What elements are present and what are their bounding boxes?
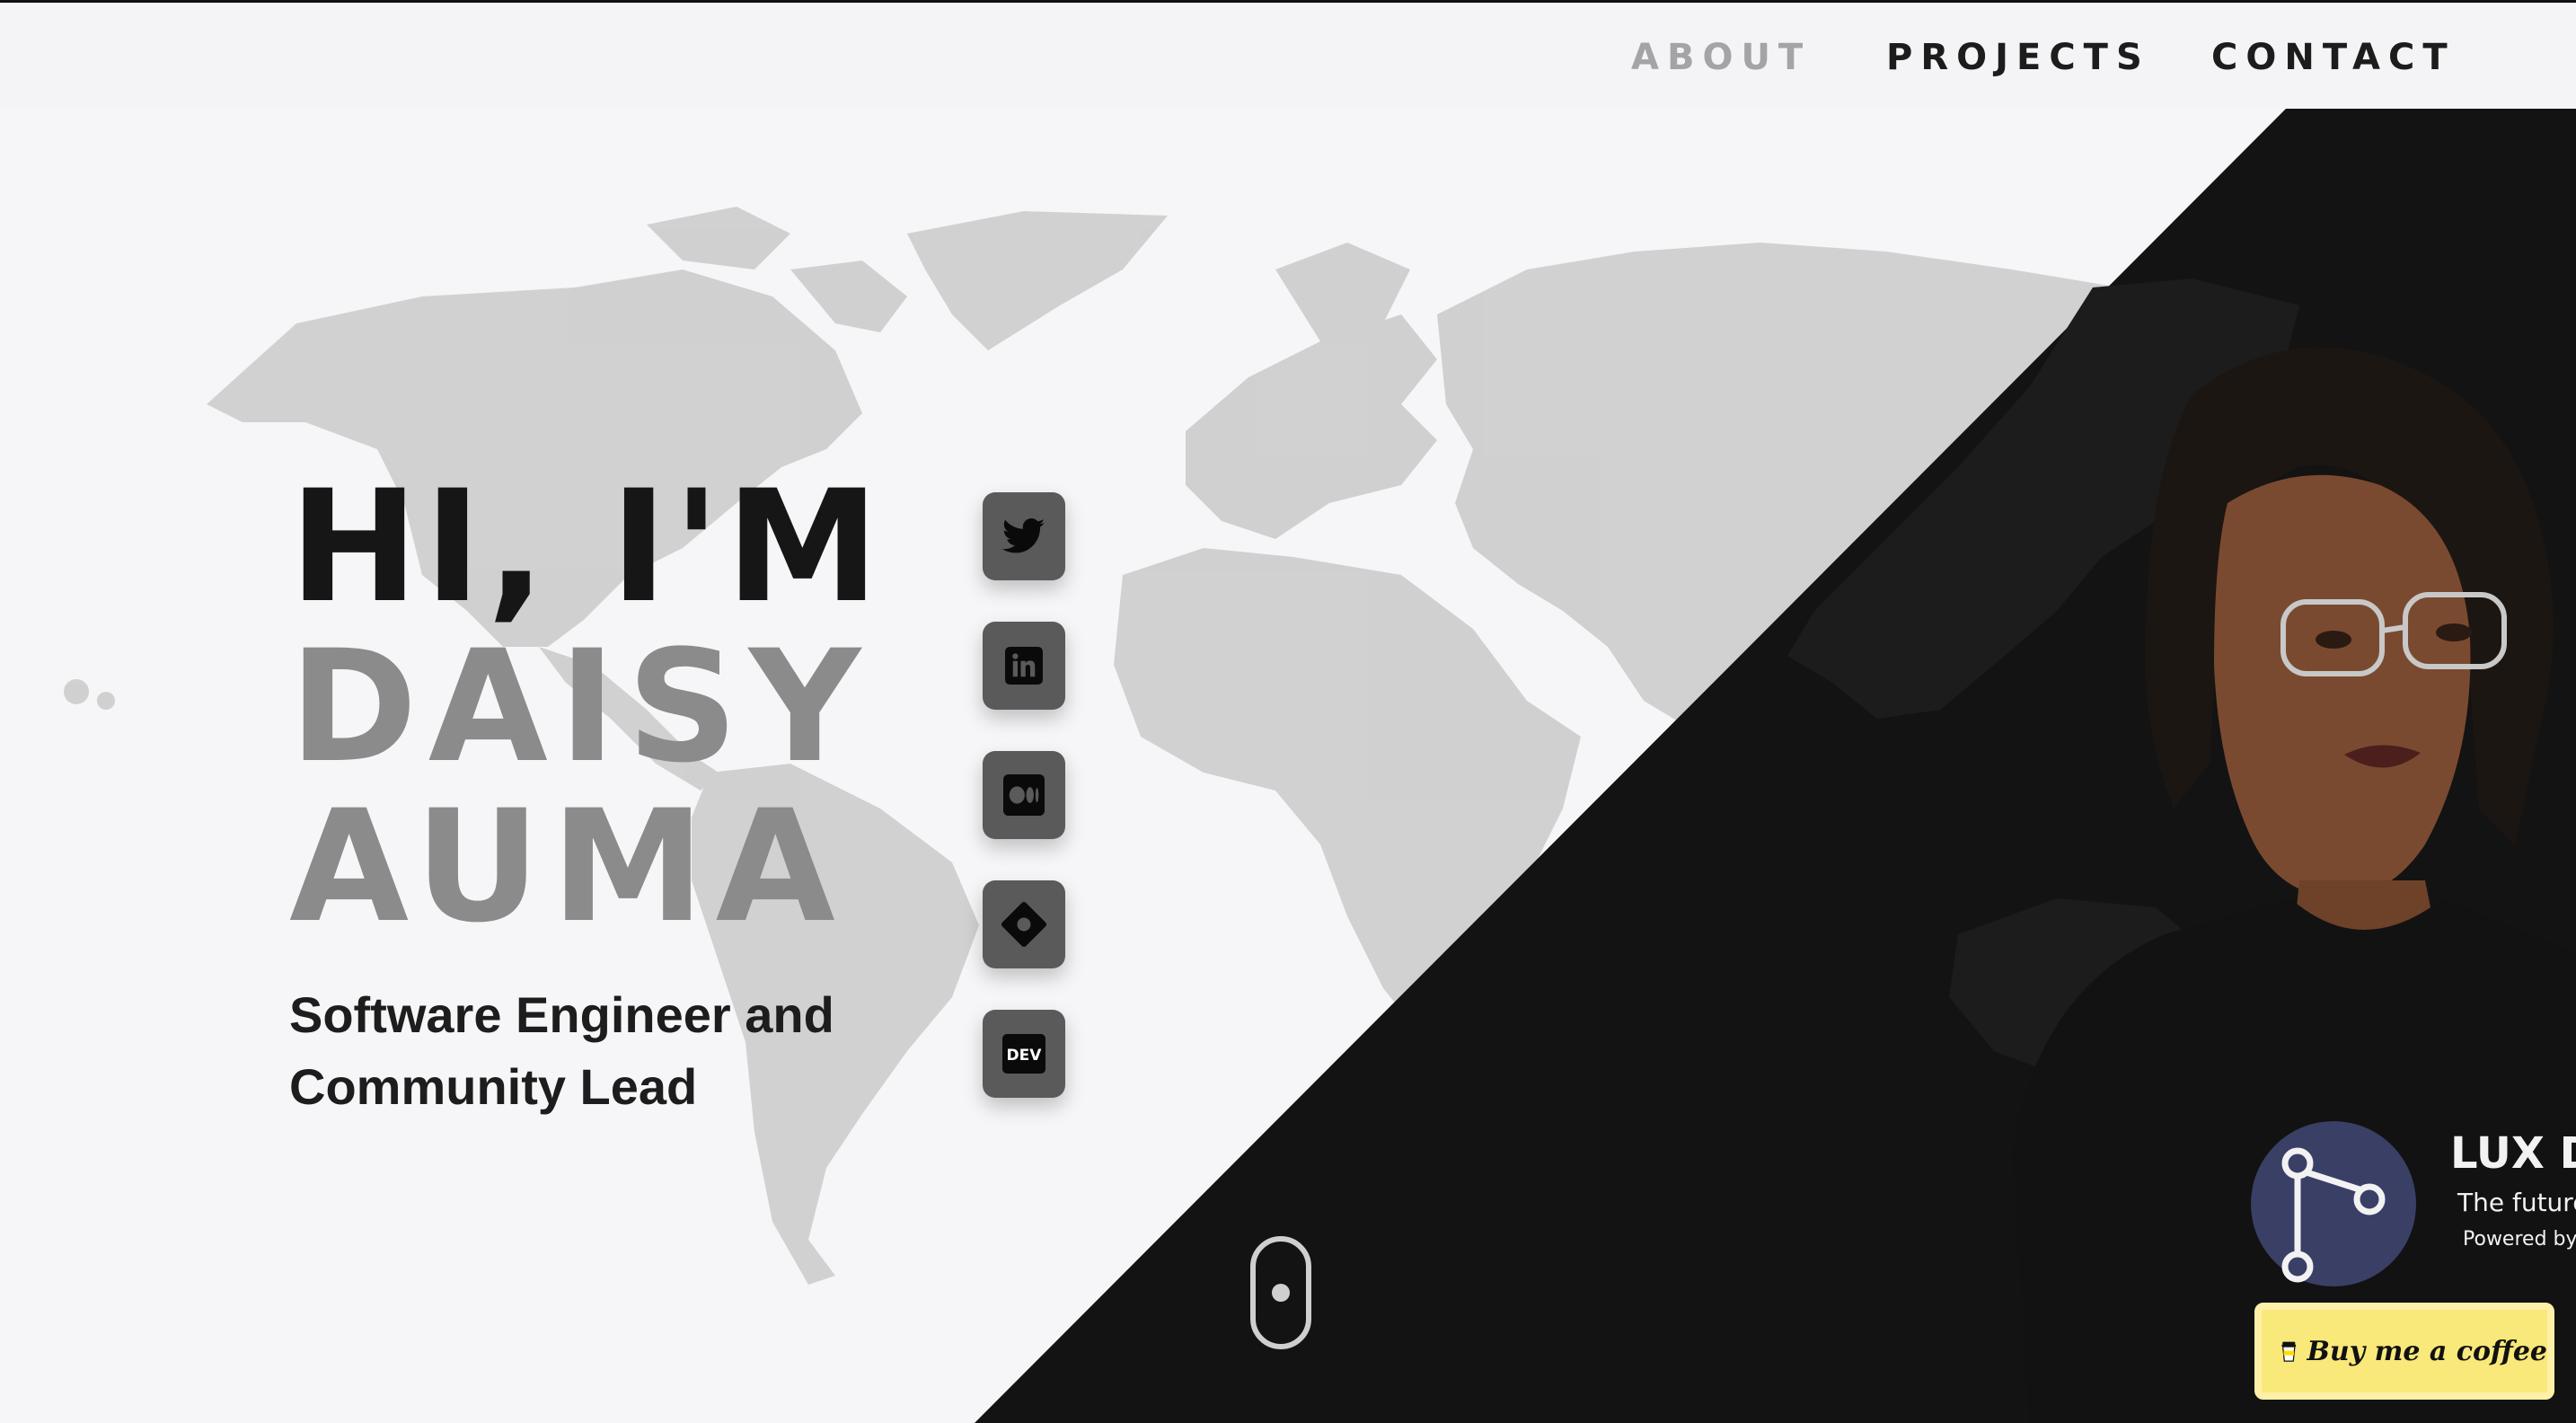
hero-last-name: AUMA <box>289 776 846 957</box>
twitter-icon <box>1002 518 1045 553</box>
profile-portrait: LUX D The future Powered by <box>2012 347 2576 1423</box>
medium-link[interactable] <box>983 751 1065 839</box>
page: LUX D The future Powered by ABOUT PROJEC… <box>0 0 2576 1423</box>
dev-link[interactable]: DEV <box>983 1010 1065 1098</box>
hashnode-link[interactable] <box>983 880 1065 968</box>
linkedin-link[interactable] <box>983 622 1065 710</box>
buy-me-a-coffee-button[interactable]: Buy me a coffee <box>2254 1303 2554 1400</box>
coffee-button-label: Buy me a coffee <box>2307 1335 2547 1367</box>
scroll-dot <box>1272 1284 1290 1302</box>
linkedin-icon <box>1005 647 1043 685</box>
hero-subtitle: Software Engineer and Community Lead <box>289 979 918 1123</box>
shirt-text-1: LUX D <box>2450 1128 2576 1179</box>
coffee-cup-icon <box>2281 1341 2297 1362</box>
top-navbar: ABOUT PROJECTS CONTACT <box>0 3 2576 109</box>
hero-heading: HI, I'M DAISY AUMA <box>289 467 885 947</box>
dev-icon-label: DEV <box>1007 1047 1043 1065</box>
nav-projects-link[interactable]: PROJECTS <box>1886 37 2150 78</box>
social-links: DEV <box>983 492 1065 1139</box>
nav-about-link[interactable]: ABOUT <box>1631 37 1811 78</box>
hero-greeting: HI, I'M <box>289 456 885 637</box>
shirt-text-2: The future <box>2457 1188 2576 1217</box>
dev-icon: DEV <box>1002 1034 1045 1074</box>
subtitle-line-2: Community Lead <box>289 1058 698 1115</box>
hashnode-icon <box>1001 902 1046 947</box>
twitter-link[interactable] <box>983 492 1065 580</box>
shirt-text-3: Powered by <box>2463 1228 2576 1251</box>
hero-first-name: DAISY <box>289 616 872 797</box>
subtitle-line-1: Software Engineer and <box>289 986 834 1043</box>
medium-icon <box>1003 774 1045 816</box>
scroll-down-indicator[interactable] <box>1250 1236 1311 1349</box>
nav-contact-link[interactable]: CONTACT <box>2211 37 2456 78</box>
